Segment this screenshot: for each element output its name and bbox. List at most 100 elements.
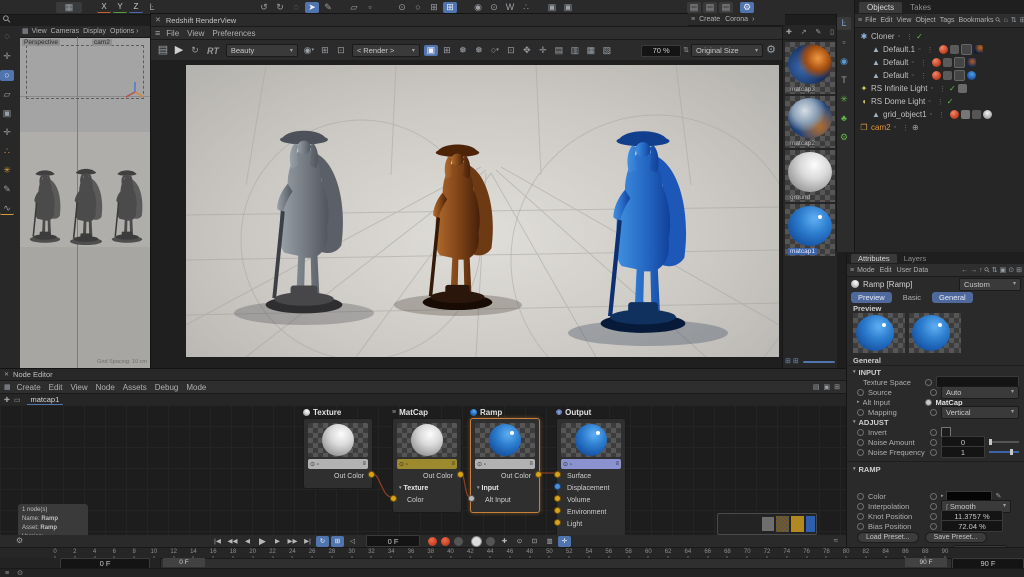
- timeline-gear-icon[interactable]: ⚙: [16, 537, 23, 545]
- undo-icon[interactable]: ↺: [257, 2, 271, 13]
- material-pick-icon[interactable]: ✎: [815, 29, 821, 36]
- button-preview[interactable]: Preview: [851, 292, 892, 303]
- ipr-start-icon[interactable]: ▶: [172, 45, 186, 56]
- shade2-icon[interactable]: ▣: [561, 2, 575, 13]
- pen-tool-icon[interactable]: ✎: [0, 184, 14, 195]
- attr-search-icon[interactable]: ⚲: [983, 266, 992, 275]
- ramp-out-port[interactable]: [535, 471, 542, 478]
- matcap-input-color[interactable]: Color: [407, 495, 424, 506]
- shade1-icon[interactable]: ▣: [545, 2, 559, 13]
- attr-newwin-icon[interactable]: ⊞: [1016, 267, 1022, 274]
- zoom-field[interactable]: 70 %: [641, 44, 682, 57]
- enabled-check-icon[interactable]: ✓: [947, 97, 954, 106]
- output-volume-port[interactable]: [554, 495, 561, 502]
- attributes-menu-icon[interactable]: ≡: [850, 267, 854, 274]
- snap-tool-icon[interactable]: ✛: [0, 127, 14, 138]
- output-input-environment[interactable]: Environment: [567, 507, 606, 518]
- aov-icon[interactable]: ◉ ▾: [302, 45, 316, 56]
- prev-key-button[interactable]: ◀◀: [226, 536, 239, 547]
- output-input-volume[interactable]: Volume: [567, 495, 590, 506]
- enabled-check-icon[interactable]: ✓: [916, 32, 923, 41]
- goto-start-button[interactable]: |◀: [211, 536, 224, 547]
- phong-tag[interactable]: [942, 71, 952, 80]
- phong-tag[interactable]: [949, 45, 959, 54]
- renderview-close-icon[interactable]: ✕: [155, 17, 161, 24]
- ne-menu-create[interactable]: Create: [17, 383, 41, 392]
- matcap-node[interactable]: ⊙ ▫ ≡ Out Color ▾ Texture Color: [390, 418, 464, 513]
- next-key-button[interactable]: ▶▶: [286, 536, 299, 547]
- ramp-node-selected[interactable]: ⊙ ▫ ≡ Out Color ▾ Input Alt Input: [468, 418, 542, 513]
- ne-menu-debug[interactable]: Debug: [155, 383, 179, 392]
- texture-out-color[interactable]: Out Color: [334, 471, 364, 482]
- goto-end-button[interactable]: ▶|: [301, 536, 314, 547]
- tree-row-cloner[interactable]: ✱ Cloner ▫ ⋮ ✓: [859, 30, 1024, 43]
- mograph-matrix-icon[interactable]: ♣: [837, 113, 851, 124]
- phong-tag[interactable]: [942, 58, 952, 67]
- texture-tag[interactable]: [966, 58, 976, 67]
- material-delete-icon[interactable]: ▯: [830, 29, 834, 36]
- preview-section-header[interactable]: Preview: [847, 304, 1024, 313]
- renderview-menu-view[interactable]: View: [187, 29, 204, 38]
- redo-icon[interactable]: ↻: [273, 2, 287, 13]
- material-tag[interactable]: [931, 58, 941, 67]
- node-editor-titlebar[interactable]: ✕ Node Editor: [0, 369, 846, 381]
- tree-row-grid-object[interactable]: ▲ grid_object1 ▫ ⋮: [859, 108, 1024, 121]
- mograph-cloner-icon[interactable]: ✳: [837, 94, 851, 105]
- coord-icon[interactable]: ▫: [363, 2, 377, 13]
- noise-frequency-field[interactable]: 1: [941, 446, 985, 458]
- materials-menu-create[interactable]: Create: [699, 16, 720, 23]
- ne-menu-mode[interactable]: Mode: [186, 383, 206, 392]
- material-size-slider[interactable]: [802, 360, 835, 363]
- window-menu-icon[interactable]: ▦: [56, 1, 82, 13]
- fit-view-icon[interactable]: ✥: [520, 45, 534, 56]
- material-item[interactable]: matcap3: [785, 42, 835, 94]
- material-item-selected[interactable]: matcap1: [785, 204, 835, 256]
- objects-menu-icon[interactable]: ≡: [858, 17, 862, 24]
- matcap-color-port[interactable]: [390, 495, 397, 502]
- material-item[interactable]: matcap2: [785, 96, 835, 148]
- status-nocam-icon[interactable]: ⊙: [17, 570, 23, 577]
- node-editor-close-icon[interactable]: ✕: [4, 372, 9, 378]
- texture-tag[interactable]: [966, 71, 976, 80]
- attributes-menu-mode[interactable]: Mode: [857, 267, 875, 274]
- camera-target-icon[interactable]: ⊕: [912, 123, 919, 132]
- range-end-chip[interactable]: 90 F: [905, 558, 947, 567]
- brush-tool-icon[interactable]: ◌: [289, 2, 303, 13]
- snapshot-grid-icon[interactable]: ⊞: [440, 45, 454, 56]
- snap-enable-icon[interactable]: ⊞: [443, 1, 457, 13]
- refresh-icon[interactable]: ↻: [188, 45, 202, 56]
- general-section-header[interactable]: General: [847, 355, 1024, 366]
- render-start-icon[interactable]: ▤: [156, 45, 170, 56]
- objects-menu-edit[interactable]: Edit: [880, 17, 892, 24]
- material-tag[interactable]: [950, 110, 960, 119]
- output-environment-port[interactable]: [554, 507, 561, 514]
- rt-toggle[interactable]: RT: [207, 46, 219, 56]
- material-item[interactable]: ground: [785, 150, 835, 202]
- renderview-menu-file[interactable]: File: [166, 29, 179, 38]
- prev-frame-button[interactable]: ◀: [241, 536, 254, 547]
- tree-row-default3[interactable]: ▲ Default ▫ ⋮: [859, 69, 1024, 82]
- ramp-alt-input-port[interactable]: [468, 495, 475, 502]
- preview-thumb-1[interactable]: [853, 313, 905, 353]
- attr-lock-icon[interactable]: ▣: [1000, 267, 1007, 274]
- pixel-info-icon[interactable]: ⊡: [504, 45, 518, 56]
- axis-z-button[interactable]: Z: [129, 1, 143, 13]
- sound-button[interactable]: ◁: [346, 536, 359, 547]
- ne-newwin-icon[interactable]: ⊞: [834, 384, 840, 391]
- keyframe-selection-button[interactable]: [454, 536, 464, 546]
- points-icon[interactable]: ∴: [519, 2, 533, 13]
- tree-row-cam2[interactable]: ❒ cam2 ▫ ⋮ ⊕: [859, 121, 1024, 134]
- axis-x-button[interactable]: X: [97, 1, 111, 13]
- modeling2-icon[interactable]: ⊙: [487, 2, 501, 13]
- material-open-icon[interactable]: ↗: [801, 29, 807, 36]
- objects-menu-view[interactable]: View: [896, 17, 911, 24]
- light-tag[interactable]: [957, 84, 967, 93]
- move-tool-icon[interactable]: ✛: [0, 51, 14, 62]
- output-input-displacement[interactable]: Displacement: [567, 483, 609, 494]
- ne-menu-node[interactable]: Node: [96, 383, 115, 392]
- render-settings-icon[interactable]: ⚙: [740, 1, 754, 13]
- weights-icon[interactable]: W: [503, 2, 517, 13]
- objects-search-icon[interactable]: ⚲: [994, 16, 1003, 25]
- node-navigator[interactable]: [717, 513, 817, 535]
- size-select[interactable]: Original Size ▾: [691, 44, 763, 57]
